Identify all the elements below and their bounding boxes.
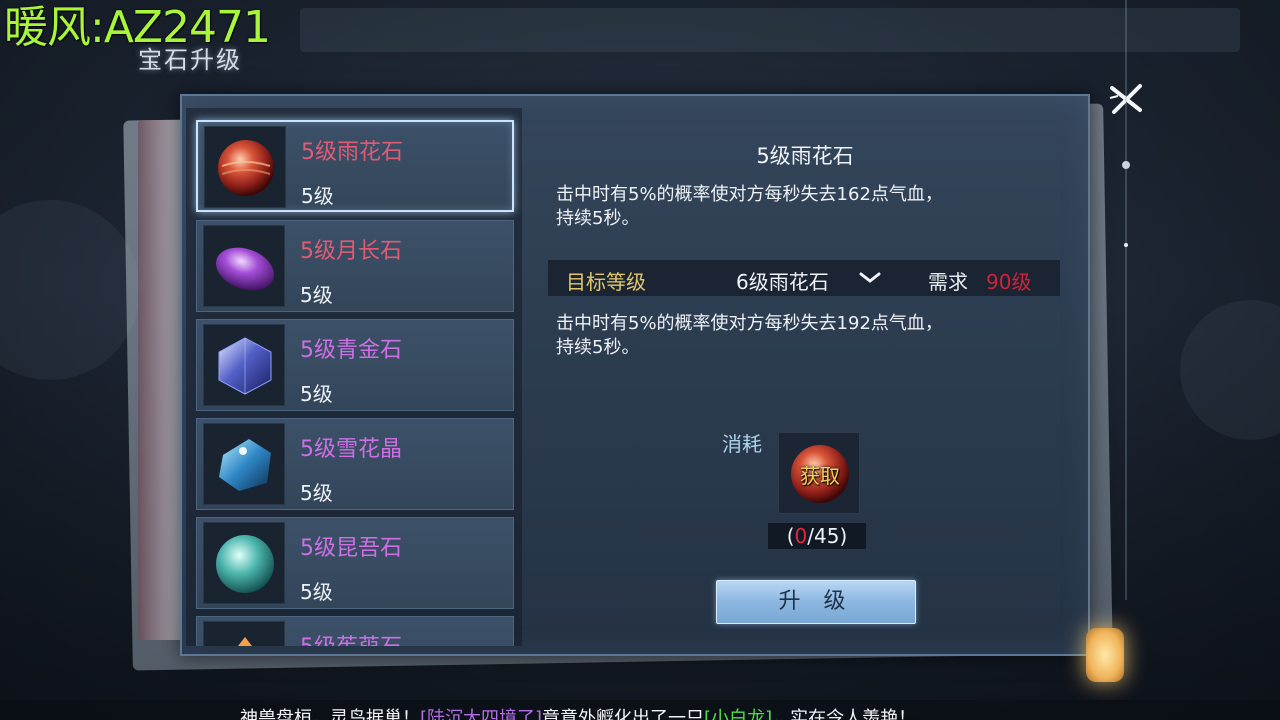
chevron-down-icon[interactable] (858, 266, 882, 288)
count-open: ( (786, 524, 795, 548)
orange-gem-icon (238, 637, 252, 646)
gem-name: 5级青金石 (300, 338, 402, 363)
consume-label: 消耗 (722, 432, 762, 456)
gem-list-item[interactable]: 5级茱萸石 (196, 616, 514, 646)
gem-level: 5级 (300, 580, 333, 604)
obtain-label[interactable]: 获取 (779, 460, 861, 489)
ticker-part: 神兽盘桓，灵鸟据巢！ (240, 708, 420, 720)
requirement-label: 需求 (928, 270, 968, 294)
gem-list-item[interactable]: 5级昆吾石 5级 (196, 517, 514, 609)
book-spine (138, 120, 184, 640)
gem-level: 5级 (300, 481, 333, 505)
gem-list-item[interactable]: 5级青金石 5级 (196, 319, 514, 411)
ticker-part: 竟意外孵化出了一只 (542, 708, 705, 720)
lantern-decoration (1086, 628, 1124, 682)
ticker-pet-name[interactable]: [小白龙] (704, 708, 772, 720)
next-effect-line: 击中时有5%的概率使对方每秒失去192点气血， (556, 313, 943, 334)
count-have: 0 (794, 524, 808, 548)
gem-icon-frame (204, 126, 286, 208)
consume-item-slot[interactable]: 获取 (778, 432, 860, 514)
gem-name: 5级昆吾石 (300, 536, 402, 561)
gem-list-item[interactable]: 5级雨花石 5级 (196, 120, 514, 212)
count-need: /45) (807, 524, 848, 548)
gem-icon-frame (203, 324, 285, 406)
window-title: 宝石升级 (138, 46, 242, 74)
ticker-player-name[interactable]: [陆沉大四境了] (420, 708, 542, 720)
gem-name: 5级月长石 (300, 239, 402, 264)
blue-crystal-gem-icon (218, 337, 272, 395)
broadcast-message: 神兽盘桓，灵鸟据巢！[陆沉大四境了]竟意外孵化出了一只[小白龙]，实在令人羡艳！ (240, 704, 916, 720)
gem-icon-frame (203, 423, 285, 505)
target-level-bar: 目标等级 6级雨花石 需求 90级 (548, 260, 1060, 296)
current-effect-line: 击中时有5%的概率使对方每秒失去162点气血， (556, 184, 943, 205)
purple-gem-icon (215, 247, 275, 291)
hanging-ornament (1122, 0, 1130, 600)
gem-icon-frame (203, 225, 285, 307)
gem-list-item[interactable]: 5级雪花晶 5级 (196, 418, 514, 510)
material-count: (0/45) (768, 523, 866, 549)
teal-gem-icon (216, 535, 274, 593)
selected-gem-title: 5级雨花石 (756, 144, 854, 168)
gem-level: 5级 (300, 382, 333, 406)
gem-level: 5级 (300, 283, 333, 307)
gem-name: 5级雪花晶 (300, 437, 402, 462)
gem-name: 5级雨花石 (301, 140, 403, 165)
next-effect-description: 击中时有5%的概率使对方每秒失去192点气血， 持续5秒。 (556, 312, 1056, 360)
gem-icon-frame (203, 621, 285, 646)
gem-list[interactable]: 5级雨花石 5级 5级月长石 5级 5级青金石 5级 5级雪花晶 5级 5级昆吾… (186, 108, 522, 646)
upgrade-button[interactable]: 升 级 (716, 580, 916, 624)
requirement-value: 90级 (986, 270, 1032, 294)
current-effect-line: 持续5秒。 (556, 208, 640, 229)
gem-icon-frame (203, 522, 285, 604)
current-effect-description: 击中时有5%的概率使对方每秒失去162点气血， 持续5秒。 (556, 183, 1056, 231)
target-level-label: 目标等级 (566, 270, 646, 294)
red-gem-icon (218, 140, 274, 196)
gem-list-item[interactable]: 5级月长石 5级 (196, 220, 514, 312)
gem-level: 5级 (301, 184, 334, 208)
snow-crystal-gem-icon (219, 439, 271, 491)
gem-name: 5级茱萸石 (300, 629, 402, 646)
top-hud-bar (300, 8, 1240, 52)
next-effect-line: 持续5秒。 (556, 337, 640, 358)
ticker-part: ，实在令人羡艳！ (772, 708, 917, 720)
target-gem-select[interactable]: 6级雨花石 (736, 266, 829, 295)
